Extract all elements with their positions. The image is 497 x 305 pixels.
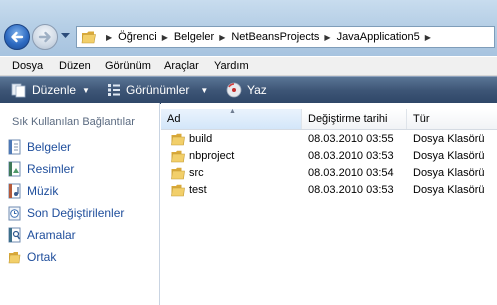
nav-link-pictures[interactable]: Resimler bbox=[8, 160, 74, 178]
organize-icon bbox=[11, 83, 26, 98]
nav-link-label: Müzik bbox=[27, 184, 59, 198]
forward-button[interactable] bbox=[32, 24, 58, 50]
column-header-label: Tür bbox=[413, 113, 430, 125]
breadcrumb-item[interactable]: Belgeler bbox=[174, 31, 214, 43]
file-name-cell: nbproject bbox=[171, 148, 234, 165]
nav-link-label: Resimler bbox=[27, 162, 75, 176]
file-list: ▲ Ad Değiştirme tarihi Tür build 08.03.2… bbox=[161, 103, 497, 305]
menu-bar: Dosya Düzen Görünüm Araçlar Yardım bbox=[0, 57, 497, 76]
nav-link-recently-changed[interactable]: Son Değiştirilenler bbox=[8, 204, 124, 222]
caret-down-icon: ▼ bbox=[200, 85, 209, 95]
file-name: src bbox=[189, 167, 204, 179]
nav-link-searches[interactable]: Aramalar bbox=[8, 226, 76, 244]
file-name-cell: src bbox=[171, 165, 204, 182]
burn-label: Yaz bbox=[247, 83, 267, 97]
arrow-left-icon bbox=[11, 31, 24, 43]
file-name-cell: test bbox=[171, 182, 207, 199]
menu-help[interactable]: Yardım bbox=[214, 60, 249, 72]
arrow-right-icon bbox=[38, 31, 51, 43]
organize-button[interactable]: Düzenle ▼ bbox=[11, 81, 90, 99]
favorite-links-title: Sık Kullanılan Bağlantılar bbox=[12, 116, 135, 128]
command-toolbar: Düzenle ▼ Görünümler ▼ Yaz bbox=[0, 76, 497, 104]
address-bar-area: ▶ Öğrenci ▶ Belgeler ▶ NetBeansProjects … bbox=[0, 0, 497, 56]
breadcrumb-item[interactable]: JavaApplication5 bbox=[337, 31, 420, 43]
column-header-row: ▲ Ad Değiştirme tarihi Tür bbox=[161, 108, 497, 130]
pictures-icon bbox=[8, 161, 21, 177]
music-icon bbox=[8, 183, 21, 199]
file-row[interactable]: src 08.03.2010 03:54 Dosya Klasörü bbox=[161, 165, 497, 182]
navigation-pane: Sık Kullanılan Bağlantılar Belgeler Resi… bbox=[0, 103, 160, 305]
file-name-cell: build bbox=[171, 131, 212, 148]
column-header-name[interactable]: ▲ Ad bbox=[161, 108, 302, 129]
file-name: test bbox=[189, 184, 207, 196]
file-name: build bbox=[189, 133, 213, 145]
file-name: nbproject bbox=[189, 150, 235, 162]
organize-label: Düzenle bbox=[32, 83, 77, 97]
chevron-right-icon[interactable]: ▶ bbox=[324, 33, 330, 42]
nav-link-label: Ortak bbox=[27, 250, 57, 264]
chevron-right-icon[interactable]: ▶ bbox=[219, 33, 225, 42]
burn-button[interactable]: Yaz bbox=[226, 81, 267, 99]
file-row[interactable]: build 08.03.2010 03:55 Dosya Klasörü bbox=[161, 131, 497, 148]
folder-icon bbox=[171, 150, 185, 163]
menu-tools[interactable]: Araçlar bbox=[164, 60, 199, 72]
file-date: 08.03.2010 03:54 bbox=[308, 167, 394, 179]
folder-icon bbox=[171, 167, 185, 180]
folder-icon bbox=[171, 133, 185, 146]
chevron-right-icon[interactable]: ▶ bbox=[425, 33, 431, 42]
breadcrumb-item[interactable]: NetBeansProjects bbox=[231, 31, 319, 43]
nav-link-public[interactable]: Ortak bbox=[8, 248, 56, 266]
column-header-date[interactable]: Değiştirme tarihi bbox=[302, 109, 407, 129]
breadcrumb-item[interactable]: Öğrenci bbox=[118, 31, 157, 43]
searches-icon bbox=[8, 227, 21, 243]
nav-link-music[interactable]: Müzik bbox=[8, 182, 58, 200]
disc-burn-icon bbox=[226, 82, 242, 98]
menu-view[interactable]: Görünüm bbox=[105, 60, 151, 72]
nav-link-documents[interactable]: Belgeler bbox=[8, 138, 71, 156]
file-row[interactable]: nbproject 08.03.2010 03:53 Dosya Klasörü bbox=[161, 148, 497, 165]
menu-edit[interactable]: Düzen bbox=[59, 60, 91, 72]
caret-down-icon: ▼ bbox=[82, 85, 90, 95]
column-header-label: Ad bbox=[167, 113, 181, 125]
file-date: 08.03.2010 03:53 bbox=[308, 184, 394, 196]
recent-pages-dropdown-icon[interactable] bbox=[61, 33, 70, 39]
sort-ascending-icon: ▲ bbox=[229, 108, 236, 115]
views-label: Görünümler bbox=[126, 83, 190, 97]
nav-link-label: Aramalar bbox=[27, 228, 76, 242]
file-date: 08.03.2010 03:55 bbox=[308, 133, 394, 145]
chevron-right-icon[interactable]: ▶ bbox=[106, 33, 112, 42]
address-box[interactable]: ▶ Öğrenci ▶ Belgeler ▶ NetBeansProjects … bbox=[76, 26, 495, 48]
chevron-right-icon[interactable]: ▶ bbox=[162, 33, 168, 42]
menu-file[interactable]: Dosya bbox=[12, 60, 43, 72]
breadcrumb: ▶ Öğrenci ▶ Belgeler ▶ NetBeansProjects … bbox=[101, 27, 437, 47]
file-row[interactable]: test 08.03.2010 03:53 Dosya Klasörü bbox=[161, 182, 497, 199]
views-button[interactable]: Görünümler ▼ bbox=[107, 81, 208, 99]
views-icon bbox=[108, 84, 120, 96]
recent-icon bbox=[8, 206, 21, 221]
column-header-type[interactable]: Tür bbox=[407, 109, 497, 129]
documents-icon bbox=[8, 139, 21, 155]
file-type: Dosya Klasörü bbox=[413, 184, 485, 196]
file-type: Dosya Klasörü bbox=[413, 167, 485, 179]
folder-icon bbox=[171, 184, 185, 197]
back-button[interactable] bbox=[4, 24, 30, 50]
folder-icon bbox=[81, 31, 96, 44]
file-date: 08.03.2010 03:53 bbox=[308, 150, 394, 162]
nav-link-label: Son Değiştirilenler bbox=[27, 206, 125, 220]
folder-icon bbox=[8, 252, 21, 264]
column-header-label: Değiştirme tarihi bbox=[308, 113, 388, 125]
nav-link-label: Belgeler bbox=[27, 140, 72, 154]
file-type: Dosya Klasörü bbox=[413, 150, 485, 162]
file-type: Dosya Klasörü bbox=[413, 133, 485, 145]
